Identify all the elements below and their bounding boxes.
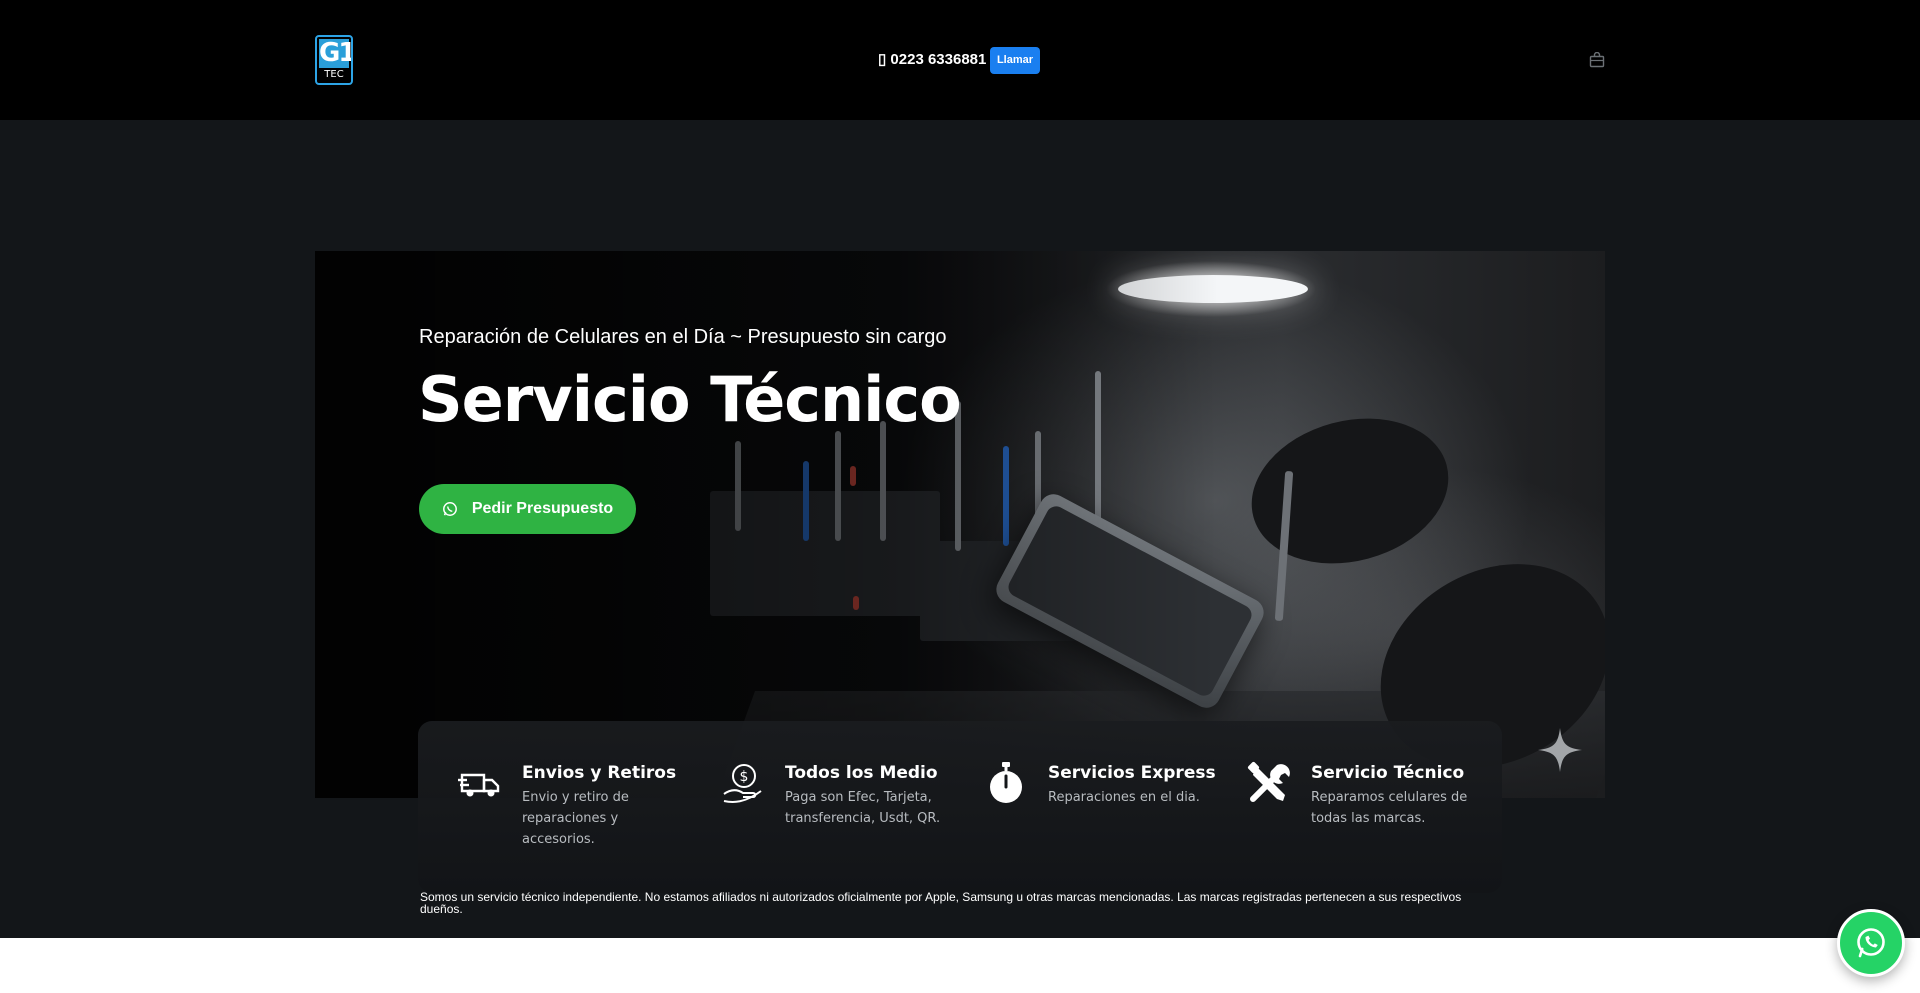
stopwatch-icon (990, 762, 1022, 803)
hero-banner: Reparación de Celulares en el Día ~ Pres… (315, 251, 1605, 798)
feature-description: Reparaciones en el dia. (1048, 790, 1200, 805)
logo-mark: G1 (319, 38, 353, 68)
logo[interactable]: G1 TEC (315, 35, 353, 85)
logo-text: TEC (324, 69, 344, 80)
feature-shipping: Envios y Retiros Envio y retiro de repar… (458, 761, 698, 871)
feature-description: Paga son Efec, Tarjeta, transferencia, U… (785, 790, 941, 826)
svg-text:$: $ (740, 769, 749, 785)
whatsapp-float-button[interactable] (1837, 909, 1905, 977)
whatsapp-icon (442, 502, 457, 516)
feature-express: Servicios Express Reparaciones en el dia… (984, 761, 1224, 871)
shopping-bag-icon[interactable] (1589, 52, 1605, 68)
feature-description: Envio y retiro de reparaciones y accesor… (522, 790, 629, 847)
hand-coin-icon: $ (723, 764, 762, 803)
request-quote-label: Pedir Presupuesto (471, 500, 614, 517)
features-card: Envios y Retiros Envio y retiro de repar… (418, 721, 1502, 893)
request-quote-button[interactable]: Pedir Presupuesto (419, 484, 636, 534)
hero-title: Servicio Técnico (418, 363, 962, 436)
phone-number: 0223 6336881 (890, 51, 987, 68)
feature-title: Servicio Técnico (1311, 763, 1465, 783)
call-button[interactable]: Llamar (990, 47, 1040, 74)
site-header: G1 TEC ▯ 0223 6336881 Llamar (0, 0, 1920, 120)
tools-icon (1247, 761, 1290, 802)
delivery-truck-icon (458, 773, 500, 797)
whatsapp-icon (1857, 928, 1885, 958)
feature-title: Envios y Retiros (522, 763, 677, 783)
phone-icon: ▯ (878, 51, 891, 68)
feature-title: Todos los Medio (785, 763, 938, 783)
feature-description: Reparamos celulares de todas las marcas. (1311, 790, 1468, 826)
header-phone[interactable]: ▯ 0223 6336881 (878, 50, 986, 70)
disclaimer-text: Somos un servicio técnico independiente.… (420, 890, 1462, 916)
feature-title: Servicios Express (1048, 763, 1216, 783)
sparkle-icon (1538, 728, 1582, 772)
hero-subtitle: Reparación de Celulares en el Día ~ Pres… (419, 326, 947, 348)
feature-payment: $ Todos los Medio Paga son Efec, Tarjeta… (721, 761, 961, 871)
feature-technical-service: Servicio Técnico Reparamos celulares de … (1247, 761, 1487, 871)
